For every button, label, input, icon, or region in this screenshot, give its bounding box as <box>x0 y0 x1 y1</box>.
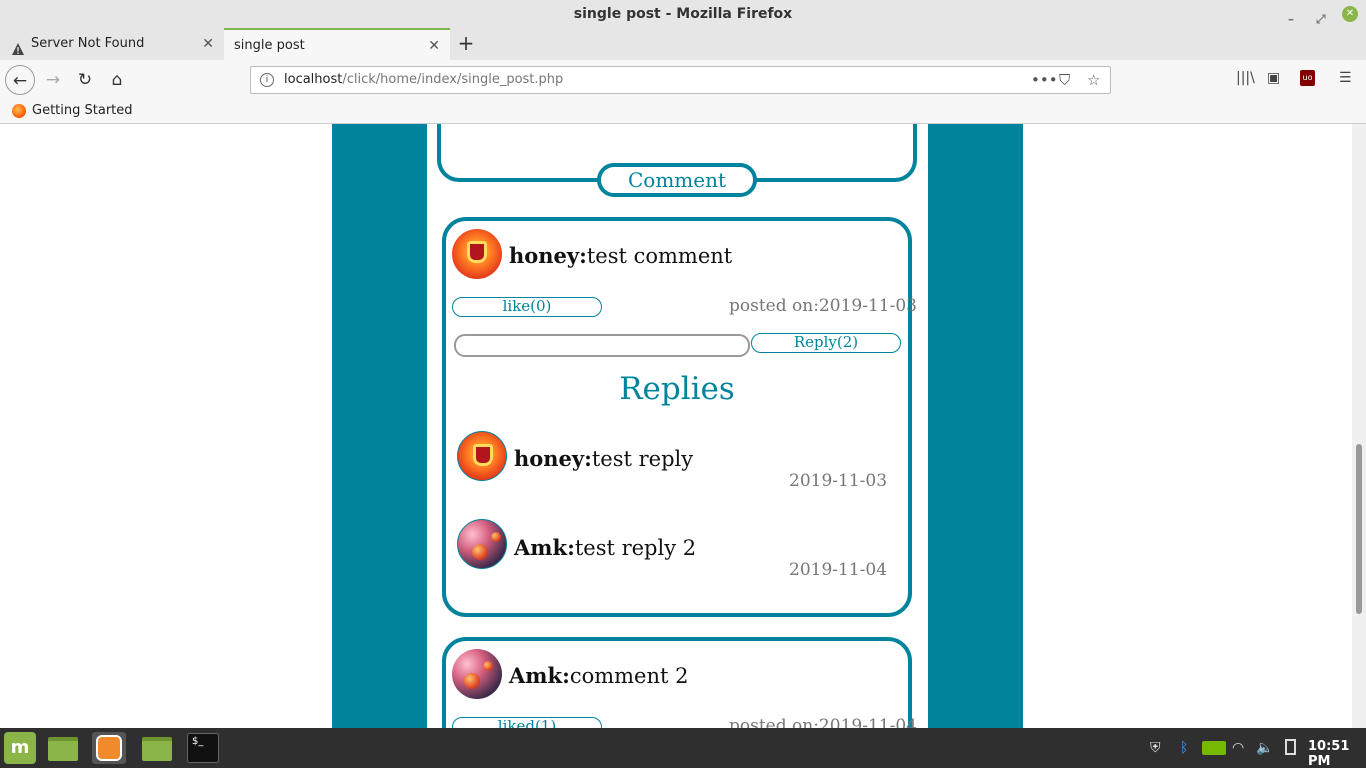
comment-heading: Comment <box>597 163 757 197</box>
shield-icon[interactable]: ⛨ <box>1150 740 1161 756</box>
scrollbar-thumb[interactable] <box>1356 444 1362 614</box>
forward-icon[interactable]: → <box>38 65 68 95</box>
comment-body: test comment <box>586 244 733 268</box>
avatar <box>452 649 502 699</box>
reply-button[interactable]: Reply(2) <box>751 333 901 353</box>
close-tab-icon[interactable]: ✕ <box>428 30 440 62</box>
avatar-figure <box>472 544 488 560</box>
nvidia-icon[interactable] <box>1202 741 1226 755</box>
comment-text: Amk:comment 2 <box>509 663 689 688</box>
page-actions-icon[interactable]: ••• <box>1031 67 1058 93</box>
avatar-figure <box>473 444 493 466</box>
tab-single-post[interactable]: single post ✕ <box>224 28 450 60</box>
sidebar-icon[interactable]: ▣ <box>1267 70 1280 86</box>
reply-user: Amk: <box>514 535 575 560</box>
comment-text: honey:test comment <box>509 243 732 268</box>
avatar-figure <box>467 241 487 263</box>
posted-date: posted on:2019-11-03 <box>729 296 917 316</box>
firefox-icon <box>12 104 26 118</box>
window-title-bar: single post - Mozilla Firefox – ⤢ ✕ <box>0 0 1366 28</box>
comment-body: comment 2 <box>569 664 689 688</box>
url-text: localhost/click/home/index/single_post.p… <box>284 72 564 87</box>
firefox-taskbar-icon[interactable] <box>92 732 126 764</box>
page-viewport: Comment honey:test comment like(0) poste… <box>0 124 1352 728</box>
window-title: single post - Mozilla Firefox <box>573 6 793 22</box>
comment-card: honey:test comment like(0) posted on:201… <box>442 217 917 617</box>
scrollbar[interactable] <box>1352 124 1366 728</box>
reply-date: 2019-11-04 <box>789 560 888 580</box>
posted-date: posted on:2019-11-04 <box>729 716 917 728</box>
bookmark-star-icon[interactable]: ☆ <box>1087 67 1100 93</box>
menu-icon[interactable]: ☰ <box>1339 70 1352 86</box>
avatar <box>452 229 502 279</box>
reply-date: 2019-11-03 <box>789 471 888 491</box>
reply-text: Amk:test reply 2 <box>514 535 696 560</box>
pocket-icon[interactable]: ⛉ <box>1059 67 1070 93</box>
folder-icon <box>142 737 172 761</box>
folder-icon <box>48 737 78 761</box>
comment-card: Amk:comment 2 liked(1) posted on:2019-11… <box>442 637 917 728</box>
avatar-figure <box>483 661 493 671</box>
bookmarks-toolbar: Getting Started <box>0 100 1366 124</box>
avatar-figure <box>491 532 501 542</box>
avatar-figure <box>464 673 480 689</box>
clock[interactable]: 10:51 PM <box>1308 739 1366 769</box>
volume-icon[interactable]: 🔈 <box>1256 740 1273 756</box>
battery-icon[interactable] <box>1285 739 1296 755</box>
new-tab-icon[interactable]: + <box>454 28 478 60</box>
bookmark-getting-started[interactable]: Getting Started <box>32 100 133 122</box>
firefox-icon <box>96 735 122 761</box>
nav-toolbar: ← → ↻ ⌂ i localhost/click/home/index/sin… <box>0 60 1366 100</box>
like-button[interactable]: like(0) <box>452 297 602 317</box>
taskbar: m $_ ⛨ ᛒ ◠ 🔈 10:51 PM <box>0 728 1366 769</box>
wifi-icon[interactable]: ◠ <box>1232 740 1244 756</box>
avatar <box>457 519 507 569</box>
avatar <box>457 431 507 481</box>
mint-menu-icon[interactable]: m <box>4 732 36 764</box>
show-desktop-icon[interactable] <box>46 732 80 764</box>
reply-text: honey:test reply <box>514 446 693 471</box>
close-tab-icon[interactable]: ✕ <box>202 28 214 60</box>
reply-input[interactable] <box>454 334 750 357</box>
bluetooth-icon[interactable]: ᛒ <box>1180 740 1188 756</box>
home-icon[interactable]: ⌂ <box>102 65 132 95</box>
like-button[interactable]: liked(1) <box>452 717 602 728</box>
url-bar[interactable]: i localhost/click/home/index/single_post… <box>250 66 1111 94</box>
reply-user: honey: <box>514 446 592 471</box>
library-icon[interactable]: |||\ <box>1236 70 1255 86</box>
ublock-icon[interactable]: uo <box>1300 70 1315 86</box>
terminal-icon[interactable]: $_ <box>187 733 219 763</box>
tab-label: Server Not Found <box>31 36 145 51</box>
comment-user: Amk: <box>509 663 570 688</box>
comment-user: honey: <box>509 243 587 268</box>
files-icon[interactable] <box>140 732 174 764</box>
replies-heading: Replies <box>619 371 735 407</box>
close-window-icon[interactable]: ✕ <box>1342 6 1358 22</box>
tab-label: single post <box>234 38 305 53</box>
back-icon[interactable]: ← <box>5 65 35 95</box>
reply-body: test reply <box>591 447 694 471</box>
reload-icon[interactable]: ↻ <box>70 65 100 95</box>
info-icon[interactable]: i <box>260 73 274 87</box>
tab-server-not-found[interactable]: Server Not Found ✕ <box>0 28 224 60</box>
warning-icon <box>11 37 25 55</box>
tab-bar: Server Not Found ✕ single post ✕ + <box>0 28 1366 60</box>
reply-body: test reply 2 <box>574 536 697 560</box>
